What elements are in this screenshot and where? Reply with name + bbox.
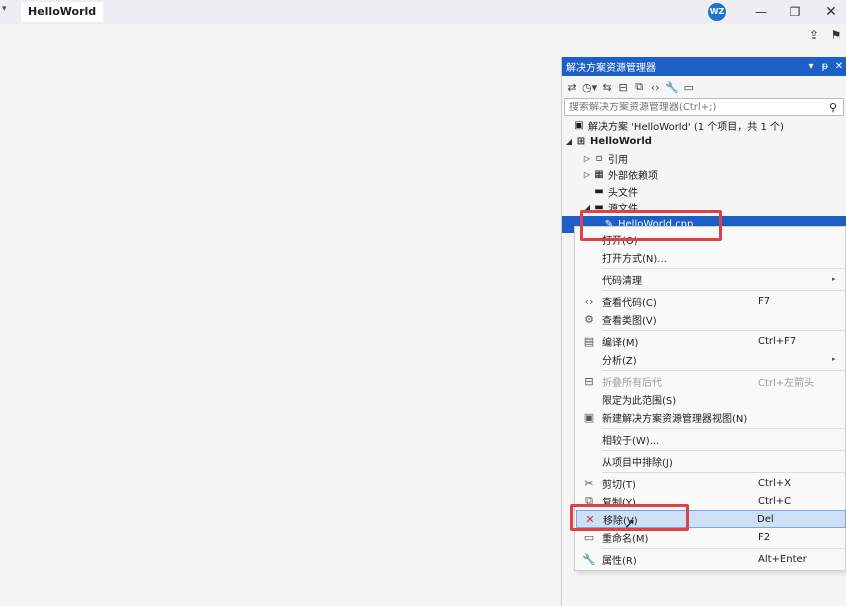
tree-item-external-deps[interactable]: ▷ ▦ 外部依赖项 (562, 167, 846, 184)
menu-item-label: 查看类图(V) (602, 315, 657, 327)
close-button[interactable]: ✕ (820, 2, 842, 22)
solution-explorer-header: 解决方案资源管理器 ▾ ᵽ ✕ (562, 57, 846, 76)
expand-icon[interactable]: ▷ (582, 154, 592, 163)
menu-dropdown-icon[interactable]: ▾ (2, 4, 7, 14)
collapse-all-icon: ⊟ (584, 374, 594, 388)
menu-item-code-cleanup[interactable]: 代码清理 ▸ (576, 270, 846, 288)
tree-item-project[interactable]: ◢ ⊞ HelloWorld (562, 134, 846, 151)
feedback-icon[interactable]: ⚑ (828, 27, 844, 43)
class-diagram-icon: ⚙ (584, 312, 594, 326)
tree-item-references[interactable]: ▷ ▫ 引用 (562, 150, 846, 167)
menu-separator (602, 428, 845, 429)
minimize-button[interactable]: — (750, 2, 772, 22)
menu-item-view-code[interactable]: ‹› 查看代码(C) F7 (576, 292, 846, 310)
pin-icon[interactable]: ᵽ (818, 61, 832, 72)
mouse-cursor-icon: ➚ (624, 516, 636, 532)
menu-separator (602, 548, 845, 549)
menu-item-exclude-from-project[interactable]: 从项目中排除(J) (576, 452, 846, 470)
collapse-all-icon[interactable]: ⊟ (617, 81, 629, 94)
menu-item-scope-to-this[interactable]: 限定为此范围(S) (576, 390, 846, 408)
menu-item-cut[interactable]: ✂ 剪切(T) Ctrl+X (576, 474, 846, 492)
expand-icon[interactable]: ▷ (582, 170, 592, 179)
window-title: HelloWorld (21, 2, 104, 22)
tree-item-label: 外部依赖项 (608, 171, 658, 183)
menu-item-analyze[interactable]: 分析(Z) ▸ (576, 350, 846, 368)
tree-item-solution[interactable]: ▣ 解决方案 'HelloWorld' (1 个项目，共 1 个) (562, 117, 846, 134)
menu-separator (602, 268, 845, 269)
menu-separator (602, 370, 845, 371)
code-icon: ‹› (584, 294, 594, 308)
menu-item-label: 打开方式(N)... (602, 253, 667, 265)
menu-item-label: 剪切(T) (602, 479, 636, 491)
menu-item-shortcut: Ctrl+C (758, 495, 792, 507)
switch-views-icon[interactable]: ⇄ (566, 81, 578, 94)
rename-icon: ▭ (583, 530, 595, 544)
collapse-icon[interactable]: ◢ (564, 137, 574, 146)
menu-item-shortcut: Del (757, 513, 774, 525)
panel-close-icon[interactable]: ✕ (832, 61, 846, 72)
menu-item-new-explorer-view[interactable]: ▣ 新建解决方案资源管理器视图(N) (576, 408, 846, 426)
solution-explorer-toolbar: ⇄ ◷▾ ⇆ ⊟ ⧉ ‹› 🔧 ▭ (562, 76, 846, 98)
menu-item-label: 折叠所有后代 (602, 377, 662, 389)
menu-item-shortcut: Ctrl+左箭头 (758, 377, 815, 389)
tree-item-header-files[interactable]: ▬ 头文件 (562, 183, 846, 200)
submenu-arrow-icon: ▸ (832, 275, 836, 283)
menu-item-shortcut: Alt+Enter (758, 553, 807, 565)
menu-item-shortcut: Ctrl+X (758, 477, 792, 489)
menu-item-view-class-diagram[interactable]: ⚙ 查看类图(V) (576, 310, 846, 328)
menu-item-label: 属性(R) (602, 555, 637, 567)
project-icon: ⊞ (576, 136, 586, 148)
external-deps-icon: ▦ (594, 169, 604, 181)
annotation-box-file (580, 210, 722, 241)
submenu-arrow-icon: ▸ (832, 355, 836, 363)
menu-item-shortcut: F7 (758, 295, 771, 307)
menu-item-compile[interactable]: ▤ 编译(M) Ctrl+F7 (576, 332, 846, 350)
menu-item-label: 代码清理 (602, 275, 642, 287)
compile-icon: ▤ (583, 334, 595, 348)
folder-icon: ▬ (594, 185, 604, 197)
window-position-icon[interactable]: ▾ (804, 61, 818, 72)
menu-item-label: 从项目中排除(J) (602, 457, 673, 469)
menu-item-label: 限定为此范围(S) (602, 395, 677, 407)
properties-icon[interactable]: 🔧 (665, 81, 679, 94)
menu-item-label: 查看代码(C) (602, 297, 657, 309)
search-input[interactable] (569, 101, 829, 113)
solution-explorer-title: 解决方案资源管理器 (566, 63, 656, 74)
maximize-button[interactable]: ❐ (784, 2, 806, 22)
avatar[interactable]: WZ (708, 3, 726, 21)
share-icon[interactable]: ⇪ (806, 27, 822, 43)
menu-item-shortcut: F2 (758, 531, 771, 543)
tree-item-label: 解决方案 'HelloWorld' (1 个项目，共 1 个) (588, 121, 784, 133)
menu-item-shortcut: Ctrl+F7 (758, 335, 797, 347)
menu-item-compare-with[interactable]: 相较于(W)... (576, 430, 846, 448)
references-icon: ▫ (595, 152, 603, 164)
menu-separator (602, 472, 845, 473)
history-icon[interactable]: ◷▾ (582, 81, 597, 94)
tree-item-label: 头文件 (608, 187, 638, 199)
menu-separator (602, 450, 845, 451)
title-bar: ▾ HelloWorld WZ — ❐ ✕ (0, 0, 846, 24)
show-all-files-icon[interactable]: ⧉ (633, 80, 645, 94)
tree-item-label: HelloWorld (590, 136, 652, 148)
search-box: ⚲ (564, 98, 844, 116)
menu-item-label: 新建解决方案资源管理器视图(N) (602, 413, 748, 425)
menu-item-collapse-all-descendants: ⊟ 折叠所有后代 Ctrl+左箭头 (576, 372, 846, 390)
tree-item-label: 引用 (608, 154, 628, 166)
preview-icon[interactable]: ▭ (683, 81, 695, 94)
menu-item-properties[interactable]: 🔧 属性(R) Alt+Enter (576, 550, 846, 568)
menu-item-label: 编译(M) (602, 337, 639, 349)
menu-separator (602, 290, 845, 291)
new-view-icon: ▣ (583, 410, 595, 424)
scissors-icon: ✂ (584, 476, 594, 490)
sync-icon[interactable]: ⇆ (601, 81, 613, 94)
menu-item-open-with[interactable]: 打开方式(N)... (576, 248, 846, 266)
search-icon[interactable]: ⚲ (829, 101, 843, 114)
menu-item-label: 相较于(W)... (602, 435, 660, 447)
menu-separator (602, 330, 845, 331)
code-icon[interactable]: ‹› (649, 81, 661, 94)
wrench-icon: 🔧 (582, 552, 596, 566)
solution-icon: ▣ (574, 119, 584, 131)
menu-item-label: 分析(Z) (602, 355, 637, 367)
